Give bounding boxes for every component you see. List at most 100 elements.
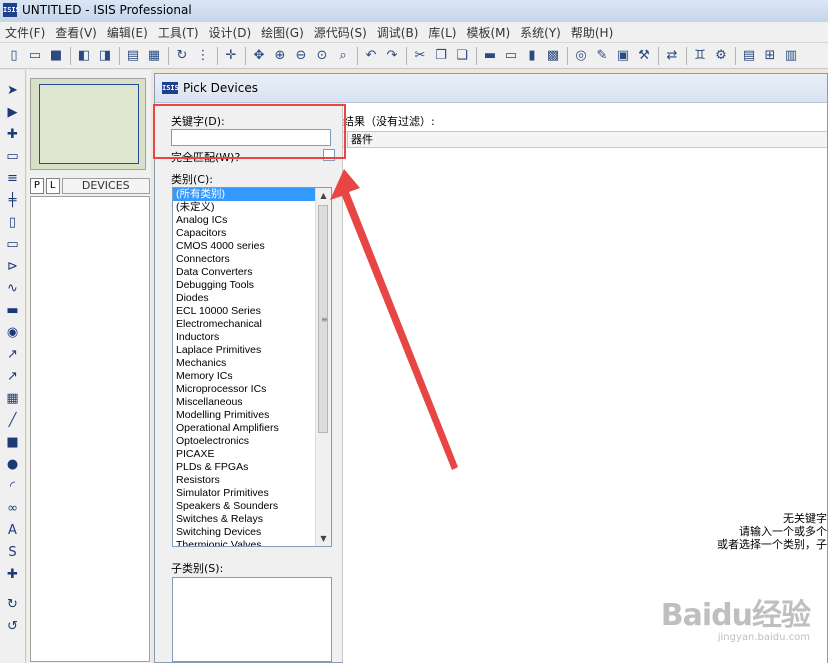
import-icon[interactable]: ◧ [74,46,94,66]
category-item[interactable]: Optoelectronics [173,435,317,448]
marker-tool-icon[interactable]: ✚ [3,564,23,584]
category-item[interactable]: Inductors [173,331,317,344]
block-move-icon[interactable]: ▭ [501,46,521,66]
symbol-tool-icon[interactable]: S [3,542,23,562]
category-item[interactable]: Electromechanical [173,318,317,331]
grid-icon[interactable]: ⋮ [193,46,213,66]
category-item[interactable]: Operational Amplifiers [173,422,317,435]
category-item[interactable]: Resistors [173,474,317,487]
wire-label-icon[interactable]: ▭ [3,146,23,166]
category-item[interactable]: Miscellaneous [173,396,317,409]
package-icon[interactable]: ▣ [613,46,633,66]
path-tool-icon[interactable]: ∞ [3,498,23,518]
device-list[interactable] [30,196,150,662]
graph-icon[interactable]: ∿ [3,278,23,298]
category-item[interactable]: Data Converters [173,266,317,279]
menu-design[interactable]: 设计(D) [204,24,257,41]
undo-icon[interactable]: ↶ [361,46,381,66]
add-sheet-icon[interactable]: ⊞ [760,46,780,66]
category-item[interactable]: Analog ICs [173,214,317,227]
pick-device-icon[interactable]: ◎ [571,46,591,66]
block-delete-icon[interactable]: ▩ [543,46,563,66]
print-icon[interactable]: ▤ [123,46,143,66]
category-item[interactable]: Simulator Primitives [173,487,317,500]
menu-view[interactable]: 查看(V) [50,24,102,41]
menu-library[interactable]: 库(L) [423,24,461,41]
terminals-icon[interactable]: ▭ [3,234,23,254]
box-tool-icon[interactable]: ■ [3,432,23,452]
subcircuit-icon[interactable]: ▯ [3,212,23,232]
category-item[interactable]: Capacitors [173,227,317,240]
menu-tools[interactable]: 工具(T) [153,24,204,41]
category-item[interactable]: Thermionic Valves [173,539,317,546]
circle-tool-icon[interactable]: ● [3,454,23,474]
make-device-icon[interactable]: ✎ [592,46,612,66]
zoom-out-icon[interactable]: ⊖ [291,46,311,66]
search-tag-icon[interactable]: ♊ [690,46,710,66]
category-item[interactable]: PLDs & FPGAs [173,461,317,474]
category-item[interactable]: Mechanics [173,357,317,370]
block-copy-icon[interactable]: ▬ [480,46,500,66]
virtual-instrument-icon[interactable]: ▦ [3,388,23,408]
generator-icon[interactable]: ◉ [3,322,23,342]
category-item[interactable]: Microprocessor ICs [173,383,317,396]
zoom-area-icon[interactable]: ⌕ [333,46,353,66]
category-item[interactable]: CMOS 4000 series [173,240,317,253]
refresh-icon[interactable]: ↻ [172,46,192,66]
menu-graph[interactable]: 绘图(G) [256,24,309,41]
category-list[interactable]: (所有类别) (未定义) Analog ICs Capacitors CMOS 4000… [172,187,332,547]
dialog-title-bar[interactable]: ISIS Pick Devices [155,74,827,103]
menu-template[interactable]: 模板(M) [461,24,515,41]
menu-system[interactable]: 系统(Y) [515,24,566,41]
paste-icon[interactable]: ❏ [452,46,472,66]
text-tool-icon[interactable]: A [3,520,23,540]
scroll-thumb[interactable]: ≡ [318,205,328,433]
category-item[interactable]: (未定义) [173,201,317,214]
menu-source[interactable]: 源代码(S) [309,24,372,41]
subcategory-list[interactable] [172,577,332,662]
pan-icon[interactable]: ✥ [249,46,269,66]
arc-tool-icon[interactable]: ◜ [3,476,23,496]
copy-icon[interactable]: ❐ [431,46,451,66]
category-item[interactable]: Memory ICs [173,370,317,383]
wire-autorouter-icon[interactable]: ⇄ [662,46,682,66]
category-item[interactable]: (所有类别) [173,188,317,201]
tape-recorder-icon[interactable]: ▬ [3,300,23,320]
bus-icon[interactable]: ╪ [3,190,23,210]
menu-file[interactable]: 文件(F) [0,24,50,41]
rotate-cw-icon[interactable]: ↻ [3,594,23,614]
category-item[interactable]: Speakers & Sounders [173,500,317,513]
device-pins-icon[interactable]: ⊳ [3,256,23,276]
zoom-all-icon[interactable]: ⊙ [312,46,332,66]
netlist-icon[interactable]: ▥ [781,46,801,66]
open-folder-icon[interactable]: ▭ [25,46,45,66]
block-rotate-icon[interactable]: ▮ [522,46,542,66]
library-manager-button[interactable]: L [45,178,60,194]
device-column-header[interactable]: 器件 [347,132,373,147]
zoom-in-icon[interactable]: ⊕ [270,46,290,66]
junction-dot-icon[interactable]: ✚ [3,124,23,144]
menu-debug[interactable]: 调试(B) [372,24,424,41]
category-item[interactable]: Debugging Tools [173,279,317,292]
redo-icon[interactable]: ↷ [382,46,402,66]
overview-window[interactable] [30,78,146,170]
current-probe-icon[interactable]: ↗ [3,366,23,386]
bill-of-materials-icon[interactable]: ▤ [739,46,759,66]
category-item[interactable]: Switching Devices [173,526,317,539]
line-tool-icon[interactable]: ╱ [3,410,23,430]
category-item[interactable]: Diodes [173,292,317,305]
new-file-icon[interactable]: ▯ [4,46,24,66]
voltage-probe-icon[interactable]: ↗ [3,344,23,364]
print-area-icon[interactable]: ▦ [144,46,164,66]
category-item[interactable]: PICAXE [173,448,317,461]
origin-icon[interactable]: ✛ [221,46,241,66]
menu-help[interactable]: 帮助(H) [566,24,618,41]
decompose-icon[interactable]: ⚒ [634,46,654,66]
pick-device-button[interactable]: P [30,178,44,194]
save-icon[interactable]: ■ [46,46,66,66]
export-icon[interactable]: ◨ [95,46,115,66]
category-item[interactable]: Modelling Primitives [173,409,317,422]
scroll-up-icon[interactable]: ▲ [316,188,331,203]
scroll-down-icon[interactable]: ▼ [316,531,331,546]
selection-mode-icon[interactable]: ➤ [3,80,23,100]
